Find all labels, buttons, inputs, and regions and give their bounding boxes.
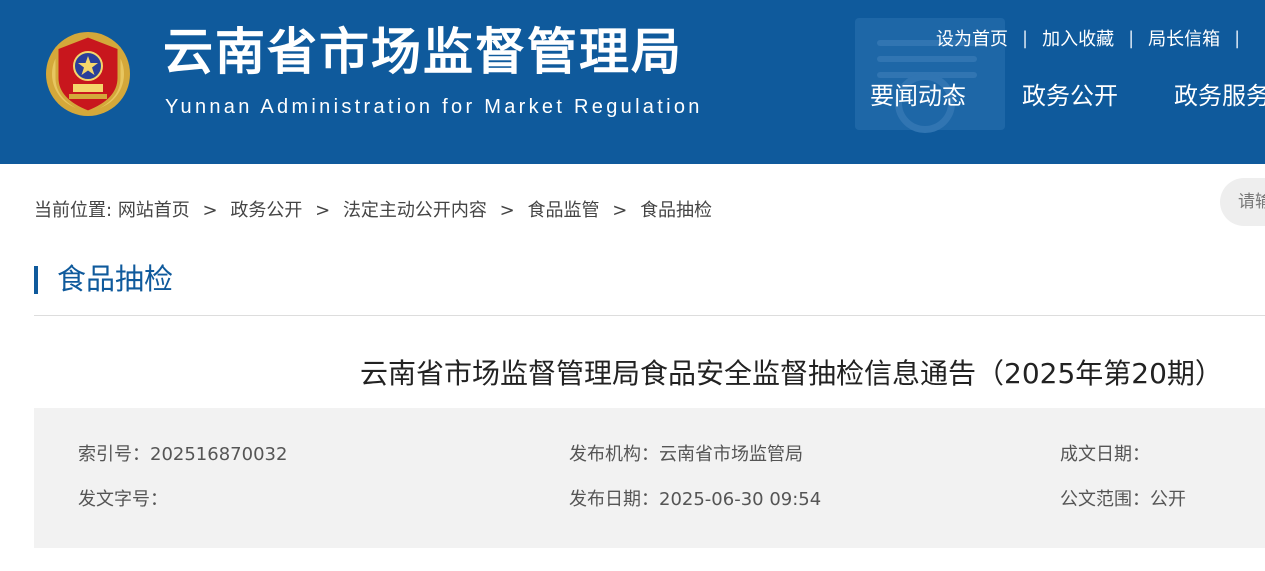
add-favorite-link[interactable]: 加入收藏 xyxy=(1042,25,1114,51)
top-link-separator: | xyxy=(1128,27,1135,49)
breadcrumb-home[interactable]: 网站首页 xyxy=(118,200,190,221)
search-input[interactable] xyxy=(1236,191,1265,213)
breadcrumb-separator: > xyxy=(499,200,515,221)
breadcrumb-food-sampling[interactable]: 食品抽检 xyxy=(640,200,712,221)
meta-index-number: 索引号：202516870032 xyxy=(78,444,288,465)
search-box xyxy=(1220,178,1265,226)
breadcrumb-separator: > xyxy=(612,200,628,221)
breadcrumb-prefix: 当前位置: xyxy=(34,200,113,221)
meta-disclosure-scope: 公文范围：公开 xyxy=(1060,489,1186,510)
breadcrumb-food-supervision[interactable]: 食品监管 xyxy=(528,200,600,221)
site-header: 云南省市场监督管理局 Yunnan Administration for Mar… xyxy=(0,0,1265,164)
breadcrumb-separator: > xyxy=(315,200,331,221)
top-links: 设为首页 | 加入收藏 | 局长信箱 | xyxy=(936,25,1254,51)
section-title-accent-bar xyxy=(34,266,38,294)
meta-written-date: 成文日期： xyxy=(1060,444,1150,465)
breadcrumb-statutory-disclosure[interactable]: 法定主动公开内容 xyxy=(343,200,487,221)
breadcrumb: 当前位置: 网站首页 > 政务公开 > 法定主动公开内容 > 食品监管 > 食品… xyxy=(34,196,712,222)
site-subtitle: Yunnan Administration for Market Regulat… xyxy=(165,96,703,118)
set-homepage-link[interactable]: 设为首页 xyxy=(936,25,1008,51)
article-meta-panel: 索引号：202516870032 发布机构：云南省市场监管局 成文日期： 发文字… xyxy=(34,408,1265,548)
nav-item-news[interactable]: 要闻动态 xyxy=(870,76,966,112)
nav-item-government-affairs[interactable]: 政务公开 xyxy=(1022,76,1118,112)
section-divider xyxy=(34,315,1265,316)
nav-item-government-services[interactable]: 政务服务 xyxy=(1174,76,1265,112)
meta-publish-date: 发布日期：2025-06-30 09:54 xyxy=(569,489,822,510)
main-nav: 要闻动态 政务公开 政务服务 xyxy=(870,76,1265,112)
breadcrumb-separator: > xyxy=(202,200,218,221)
breadcrumb-government-affairs[interactable]: 政务公开 xyxy=(230,200,302,221)
article-title: 云南省市场监督管理局食品安全监督抽检信息通告（2025年第20期） xyxy=(360,357,1223,390)
meta-document-number: 发文字号： xyxy=(78,489,168,510)
national-emblem-logo[interactable] xyxy=(43,26,133,118)
director-mailbox-link[interactable]: 局长信箱 xyxy=(1148,25,1220,51)
top-link-separator: | xyxy=(1234,27,1241,49)
section-title: 食品抽检 xyxy=(57,262,174,296)
top-link-separator: | xyxy=(1022,27,1029,49)
site-title: 云南省市场监督管理局 xyxy=(163,22,683,81)
meta-publisher: 发布机构：云南省市场监管局 xyxy=(569,444,803,465)
